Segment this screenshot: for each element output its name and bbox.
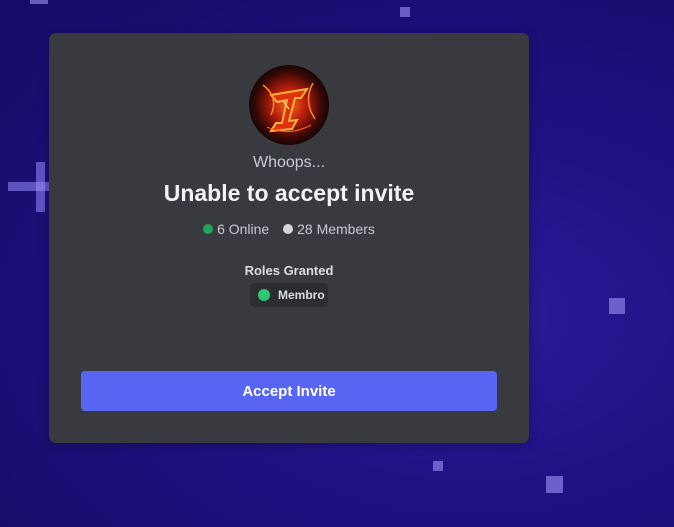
members-status-dot bbox=[283, 224, 294, 234]
invite-card: Whoops... Unable to accept invite 6 Onli… bbox=[49, 33, 529, 443]
background-sparkle bbox=[546, 476, 563, 493]
roles-granted-label: Roles Granted bbox=[244, 263, 334, 278]
members-stat: 28 Members bbox=[283, 221, 375, 237]
invite-title: Unable to accept invite bbox=[163, 180, 415, 206]
role-pill: Membro bbox=[250, 283, 328, 307]
accept-invite-button[interactable]: Accept Invite bbox=[81, 371, 497, 411]
members-count: 28 Members bbox=[297, 221, 375, 237]
background-sparkle bbox=[30, 0, 48, 4]
invite-subtitle: Whoops... bbox=[252, 154, 326, 171]
background-plus-icon bbox=[8, 162, 58, 212]
role-color-dot bbox=[258, 289, 270, 301]
online-stat: 6 Online bbox=[203, 221, 269, 237]
background-sparkle bbox=[609, 298, 625, 314]
background-sparkle bbox=[400, 7, 410, 17]
online-status-dot bbox=[203, 224, 214, 234]
server-avatar-icon bbox=[249, 65, 329, 145]
role-name: Membro bbox=[278, 288, 325, 302]
background-sparkle bbox=[433, 461, 443, 471]
online-count: 6 Online bbox=[217, 221, 270, 237]
server-stats: 6 Online 28 Members bbox=[49, 221, 529, 237]
